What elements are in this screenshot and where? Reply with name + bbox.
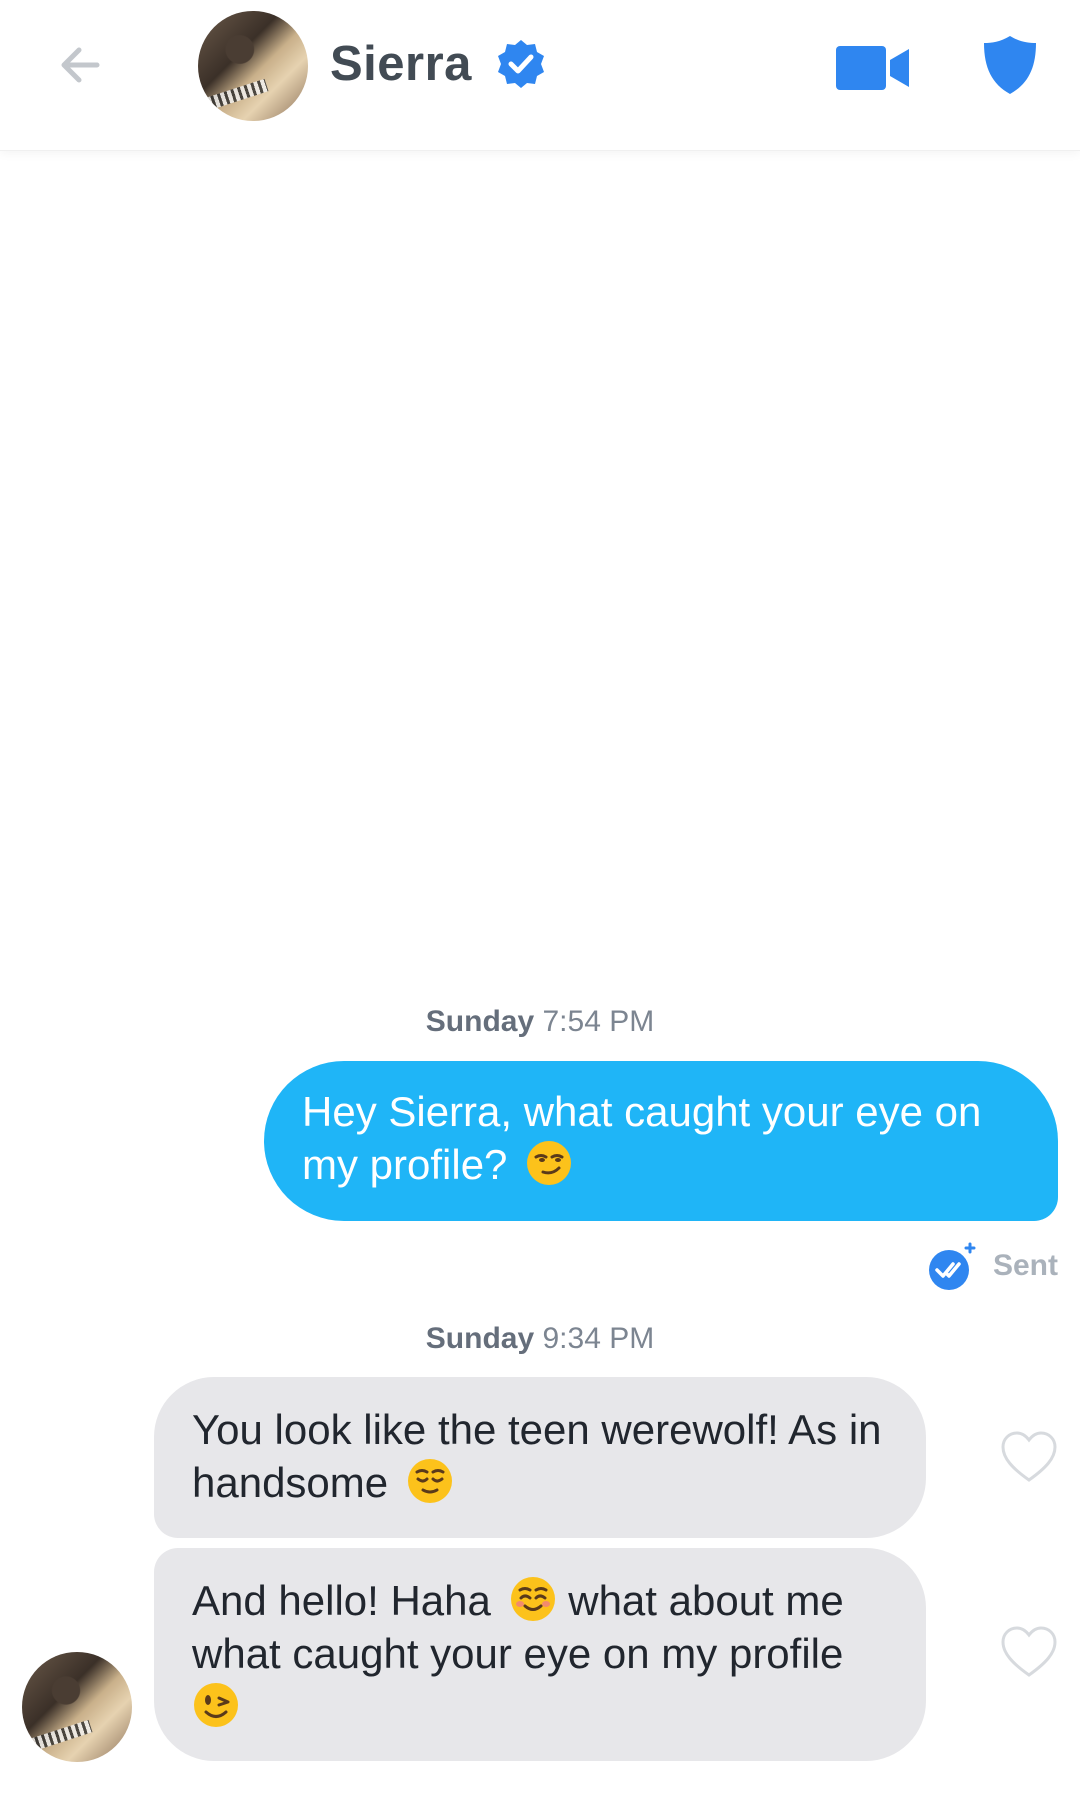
outgoing-message-bubble[interactable]: Hey Sierra, what caught your eye on my p…: [264, 1061, 1058, 1221]
contact-avatar[interactable]: [198, 11, 308, 121]
message-status: Sent: [927, 1236, 1058, 1296]
back-button[interactable]: [40, 30, 120, 100]
like-heart-icon[interactable]: [1000, 1430, 1058, 1484]
chat-header: Sierra: [0, 0, 1080, 151]
message-timestamp: Sunday 7:54 PM: [0, 1005, 1080, 1039]
safety-shield-icon[interactable]: [982, 34, 1038, 96]
sent-label: Sent: [992, 1249, 1058, 1282]
smirking-face-icon: [527, 1141, 572, 1185]
message-text: You look like the teen werewolf! As in h…: [192, 1406, 882, 1506]
smiling-face-icon: [510, 1577, 555, 1621]
verified-badge-icon: [498, 40, 544, 88]
relieved-face-icon: [407, 1459, 452, 1503]
sender-avatar[interactable]: [22, 1652, 132, 1762]
incoming-message-bubble[interactable]: And hello! Haha what about me what caugh…: [154, 1548, 926, 1761]
message-timestamp: Sunday 9:34 PM: [0, 1322, 1080, 1356]
message-text-part1: And hello! Haha: [192, 1577, 491, 1624]
timestamp-time: 9:34 PM: [542, 1322, 655, 1355]
winking-face-icon: [194, 1683, 238, 1727]
back-arrow-icon: [61, 47, 100, 83]
timestamp-day: Sunday: [425, 1322, 535, 1355]
read-receipt-icon: [928, 1242, 976, 1290]
video-call-icon[interactable]: [834, 43, 912, 93]
timestamp-time: 7:54 PM: [542, 1005, 655, 1038]
timestamp-day: Sunday: [425, 1005, 535, 1038]
like-heart-icon[interactable]: [1000, 1625, 1058, 1679]
contact-name[interactable]: Sierra: [330, 36, 472, 92]
message-text: Hey Sierra, what caught your eye on my p…: [302, 1088, 982, 1188]
incoming-message-bubble[interactable]: You look like the teen werewolf! As in h…: [154, 1377, 926, 1538]
